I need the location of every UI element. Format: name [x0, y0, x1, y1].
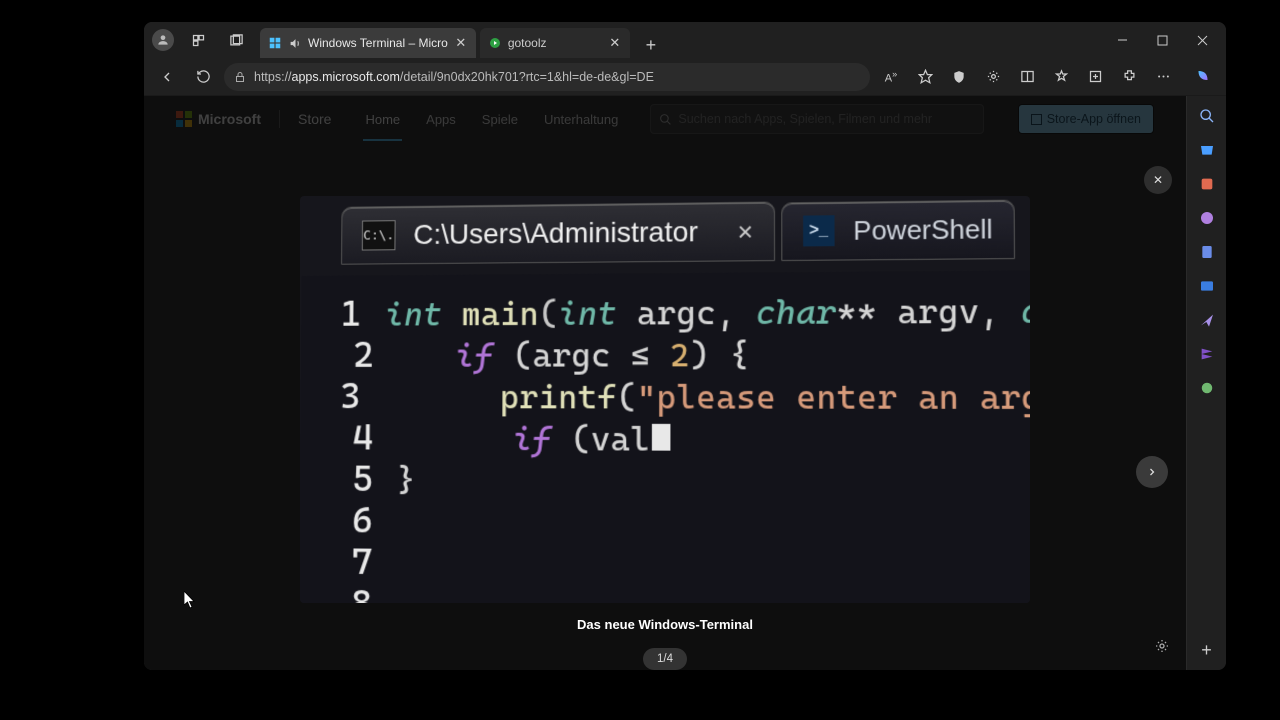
- sidebar-add-icon[interactable]: +: [1195, 638, 1219, 662]
- lock-icon: [234, 70, 248, 84]
- read-aloud-icon[interactable]: A»: [876, 62, 906, 92]
- tab-title: Windows Terminal – Micro: [308, 36, 448, 50]
- code-area: 1int main(int argc, char** argv, char** …: [300, 270, 1030, 603]
- powershell-icon: >_: [803, 215, 834, 246]
- browser-toolbar: https://apps.microsoft.com/detail/9n0dx2…: [144, 58, 1226, 96]
- line-number: 5: [339, 458, 373, 500]
- sidebar-shopping-icon[interactable]: [1195, 138, 1219, 162]
- sidebar-tools-icon[interactable]: [1195, 172, 1219, 196]
- cmd-icon: C:\.: [362, 220, 396, 250]
- terminal-tab-powershell: >_ PowerShell: [781, 199, 1015, 260]
- titlebar: Windows Terminal – Micro ✕ gotoolz ✕ +: [144, 22, 1226, 58]
- sidebar-drop-icon[interactable]: [1195, 308, 1219, 332]
- terminal-tab-title: PowerShell: [853, 213, 993, 247]
- terminal-tab-title: C:\Users\Administrator: [413, 216, 698, 251]
- media-lightbox: ✕ C:\. C:\Users\Administrator ×: [144, 96, 1186, 670]
- copilot-icon[interactable]: [1188, 62, 1218, 92]
- sidebar-onenote-icon[interactable]: [1195, 342, 1219, 366]
- page-settings-icon[interactable]: [1150, 634, 1174, 658]
- sidebar-games-icon[interactable]: [1195, 206, 1219, 230]
- tab-title: gotoolz: [508, 36, 547, 50]
- sidebar-outlook-icon[interactable]: [1195, 274, 1219, 298]
- sidebar-app-icon[interactable]: [1195, 376, 1219, 400]
- browser-window: Windows Terminal – Micro ✕ gotoolz ✕ +: [144, 22, 1226, 670]
- line-number: 1: [340, 294, 361, 335]
- favorite-icon[interactable]: [910, 62, 940, 92]
- tab-close-icon[interactable]: ✕: [608, 36, 622, 50]
- extensions-icon[interactable]: [1114, 62, 1144, 92]
- line-number: 3: [340, 376, 361, 417]
- shield-icon[interactable]: [944, 62, 974, 92]
- maximize-button[interactable]: [1142, 24, 1182, 56]
- lightbox-close-button[interactable]: ✕: [1144, 166, 1172, 194]
- profile-avatar[interactable]: [152, 29, 174, 51]
- terminal-tab-close-icon: ×: [737, 216, 753, 248]
- lightbox-caption: Das neue Windows-Terminal: [577, 617, 753, 632]
- page-content: Microsoft Store Home Apps Spiele Unterha…: [144, 96, 1186, 670]
- address-bar[interactable]: https://apps.microsoft.com/detail/9n0dx2…: [224, 63, 870, 91]
- screenshot-media[interactable]: C:\. C:\Users\Administrator × >_ PowerSh…: [300, 196, 1030, 603]
- more-icon[interactable]: [1148, 62, 1178, 92]
- lightbox-counter: 1/4: [643, 648, 687, 670]
- url-text: https://apps.microsoft.com/detail/9n0dx2…: [254, 70, 654, 84]
- lightbox-next-button[interactable]: [1136, 456, 1168, 488]
- line-number: 6: [339, 500, 373, 542]
- mouse-cursor-icon: [184, 591, 196, 609]
- tab-strip: Windows Terminal – Micro ✕ gotoolz ✕ +: [260, 22, 664, 58]
- close-button[interactable]: [1182, 24, 1222, 56]
- edge-sidebar: +: [1186, 96, 1226, 670]
- settings-toolbar-icon[interactable]: [978, 62, 1008, 92]
- tab-actions-icon[interactable]: [222, 26, 250, 54]
- audio-icon[interactable]: [288, 36, 302, 50]
- favorites-list-icon[interactable]: [1046, 62, 1076, 92]
- terminal-tab-cmd: C:\. C:\Users\Administrator ×: [341, 202, 775, 265]
- tab-favicon-icon: [268, 36, 282, 50]
- collections-icon[interactable]: [1080, 62, 1110, 92]
- line-number: 7: [338, 541, 372, 583]
- back-button[interactable]: [152, 62, 182, 92]
- line-number: 4: [339, 417, 373, 458]
- split-screen-icon[interactable]: [1012, 62, 1042, 92]
- text-cursor: [652, 424, 671, 451]
- workspaces-icon[interactable]: [184, 26, 212, 54]
- refresh-button[interactable]: [188, 62, 218, 92]
- tab-close-icon[interactable]: ✕: [454, 36, 468, 50]
- line-number: 8: [338, 583, 372, 603]
- tab-favicon-icon: [488, 36, 502, 50]
- new-tab-button[interactable]: +: [638, 32, 664, 58]
- tab-active[interactable]: Windows Terminal – Micro ✕: [260, 28, 476, 58]
- sidebar-office-icon[interactable]: [1195, 240, 1219, 264]
- line-number: 2: [340, 335, 374, 376]
- minimize-button[interactable]: [1102, 24, 1142, 56]
- tab-inactive[interactable]: gotoolz ✕: [480, 28, 630, 58]
- sidebar-search-icon[interactable]: [1195, 104, 1219, 128]
